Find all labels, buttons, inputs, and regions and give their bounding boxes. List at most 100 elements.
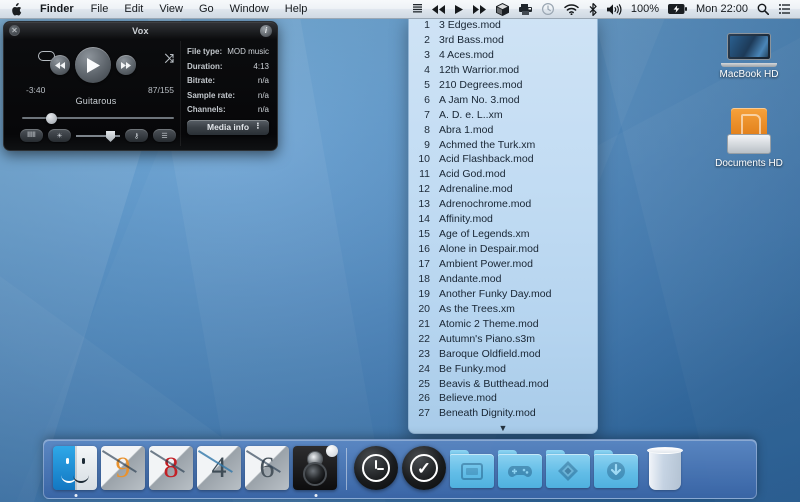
playlist-row-name: Autumn's Piano.s3m <box>439 333 535 345</box>
dock-item-media-folder[interactable] <box>450 446 496 492</box>
playlist-row[interactable]: 26Believe.mod <box>409 392 597 407</box>
playlist-scroll-down-icon[interactable]: ▼ <box>409 423 597 433</box>
playlist-row-name: Beavis & Butthead.mod <box>439 378 549 390</box>
playlist-row-name: Ambient Power.mod <box>439 258 533 270</box>
menu-bar-clock[interactable]: Mon 22:00 <box>692 0 752 19</box>
playlist-panel[interactable]: 13 Edges.mod23rd Bass.mod34 Aces.mod412t… <box>408 16 598 434</box>
vox-player-window[interactable]: ✕ Vox i ⤨ -3:40 87/155 Guitarous <box>3 21 278 151</box>
playlist-row[interactable]: 5210 Degrees.mod <box>409 79 597 94</box>
dock-item-vox-player[interactable] <box>293 446 339 492</box>
effects-button[interactable]: ☀ <box>48 129 71 142</box>
playlist-row[interactable]: 21Atomic 2 Theme.mod <box>409 318 597 333</box>
dock-item-downloads-folder[interactable] <box>594 446 640 492</box>
playlist-row-name: Be Funky.mod <box>439 363 506 375</box>
playlist-row[interactable]: 18Andante.mod <box>409 273 597 288</box>
media-info-value: n/a <box>258 91 269 100</box>
playlist-row[interactable]: 17Ambient Power.mod <box>409 258 597 273</box>
seek-slider[interactable] <box>22 113 174 124</box>
battery-percent-label[interactable]: 100% <box>627 0 663 19</box>
dock-item-apps-folder[interactable] <box>546 446 592 492</box>
info-icon[interactable]: i <box>260 25 272 37</box>
menu-item-edit[interactable]: Edit <box>116 0 151 19</box>
equalizer-button[interactable]: ‖‖‖ <box>20 129 43 142</box>
media-info-value: 4:13 <box>253 62 269 71</box>
dock-item-task-check[interactable]: ✓ <box>402 446 448 492</box>
airplay-button[interactable]: ⚷ <box>125 129 148 142</box>
playlist-row[interactable]: 23rd Bass.mod <box>409 34 597 49</box>
dock-item-mac-os-4[interactable]: 4 <box>197 446 243 492</box>
playlist-row[interactable]: 22Autumn's Piano.s3m <box>409 333 597 348</box>
menu-item-go[interactable]: Go <box>191 0 222 19</box>
volume-slider[interactable] <box>76 129 120 142</box>
dock-item-mac-os-8[interactable]: 8 <box>149 446 195 492</box>
play-button[interactable] <box>75 47 111 83</box>
previous-button[interactable] <box>50 55 70 75</box>
fast-forward-icon[interactable] <box>468 0 491 19</box>
menu-item-finder[interactable]: Finder <box>31 0 83 19</box>
dock-item-mac-os-9[interactable]: 9 <box>101 446 147 492</box>
playlist-row[interactable]: 10Acid Flashback.mod <box>409 153 597 168</box>
play-icon[interactable] <box>450 0 468 19</box>
playlist-row[interactable]: 24Be Funky.mod <box>409 363 597 378</box>
playlist-row[interactable]: 19Another Funky Day.mod <box>409 288 597 303</box>
playlist-row[interactable]: 6A Jam No. 3.mod <box>409 94 597 109</box>
playlist-row-index: 1 <box>413 19 439 31</box>
search-icon[interactable] <box>752 0 774 19</box>
menu-item-view[interactable]: View <box>151 0 191 19</box>
playlist-row-index: 22 <box>413 333 439 345</box>
seek-slider-knob[interactable] <box>46 113 57 124</box>
dock-item-games-folder[interactable] <box>498 446 544 492</box>
playlist-row[interactable]: 7A. D. e. L..xm <box>409 109 597 124</box>
playlist-row-index: 5 <box>413 79 439 91</box>
playlist-row[interactable]: 8Abra 1.mod <box>409 124 597 139</box>
package-box-icon[interactable] <box>491 0 514 19</box>
next-button[interactable] <box>116 55 136 75</box>
menu-item-help[interactable]: Help <box>277 0 316 19</box>
playlist-row-name: 210 Degrees.mod <box>439 79 522 91</box>
menu-item-window[interactable]: Window <box>222 0 277 19</box>
playlist-row[interactable]: 9Achmed the Turk.xm <box>409 139 597 154</box>
playlist-row[interactable]: 20As the Trees.xm <box>409 303 597 318</box>
dock-item-clock[interactable] <box>354 446 400 492</box>
printer-icon[interactable] <box>514 0 537 19</box>
list-menu-icon[interactable] <box>408 0 427 19</box>
dock-item-mac-os-6[interactable]: 6 <box>245 446 291 492</box>
playlist-row[interactable]: 412th Warrior.mod <box>409 64 597 79</box>
playlist-row[interactable]: 15Age of Legends.xm <box>409 228 597 243</box>
dock-item-trash[interactable] <box>642 446 688 492</box>
playlist-row[interactable]: 12Adrenaline.mod <box>409 183 597 198</box>
playlist-row[interactable]: 14Affinity.mod <box>409 213 597 228</box>
notification-center-icon[interactable] <box>774 0 795 19</box>
playlist-row[interactable]: 13Adrenochrome.mod <box>409 198 597 213</box>
battery-charging-icon[interactable] <box>663 0 692 19</box>
playlist-row[interactable]: 23Baroque Oldfield.mod <box>409 348 597 363</box>
playlist-row-name: A. D. e. L..xm <box>439 109 503 121</box>
playlist-row[interactable]: 27Beneath Dignity.mod <box>409 407 597 422</box>
rewind-icon[interactable] <box>427 0 450 19</box>
media-info-button[interactable]: Media info ⠇ <box>187 120 269 135</box>
volume-slider-knob[interactable] <box>106 131 115 142</box>
close-icon[interactable]: ✕ <box>9 25 20 36</box>
apple-logo-icon[interactable] <box>6 3 31 16</box>
playlist-row[interactable]: 25Beavis & Butthead.mod <box>409 378 597 393</box>
playlist-row-name: Another Funky Day.mod <box>439 288 551 300</box>
playlist-button[interactable]: ☰ <box>153 129 176 142</box>
dock-item-finder[interactable] <box>53 446 99 492</box>
playlist-row[interactable]: 13 Edges.mod <box>409 19 597 34</box>
wifi-icon[interactable] <box>559 0 584 19</box>
shuffle-icon[interactable]: ⤨ <box>164 52 174 64</box>
playlist-row[interactable]: 11Acid God.mod <box>409 168 597 183</box>
playlist-row-index: 26 <box>413 392 439 404</box>
playlist-row-index: 9 <box>413 139 439 151</box>
playlist-row-name: Age of Legends.xm <box>439 228 529 240</box>
desktop-icon-documents-hd[interactable]: Documents HD <box>706 108 792 169</box>
volume-icon[interactable] <box>602 0 627 19</box>
menu-item-file[interactable]: File <box>83 0 117 19</box>
media-info-menu-icon[interactable]: ⠇ <box>256 124 262 130</box>
playlist-row[interactable]: 16Alone in Despair.mod <box>409 243 597 258</box>
desktop-icon-macbook-hd[interactable]: MacBook HD <box>706 33 792 80</box>
menu-bar-app-menus: Finder File Edit View Go Window Help <box>0 0 315 19</box>
playlist-row[interactable]: 34 Aces.mod <box>409 49 597 64</box>
bluetooth-icon[interactable] <box>584 0 602 19</box>
time-machine-icon[interactable] <box>537 0 559 19</box>
